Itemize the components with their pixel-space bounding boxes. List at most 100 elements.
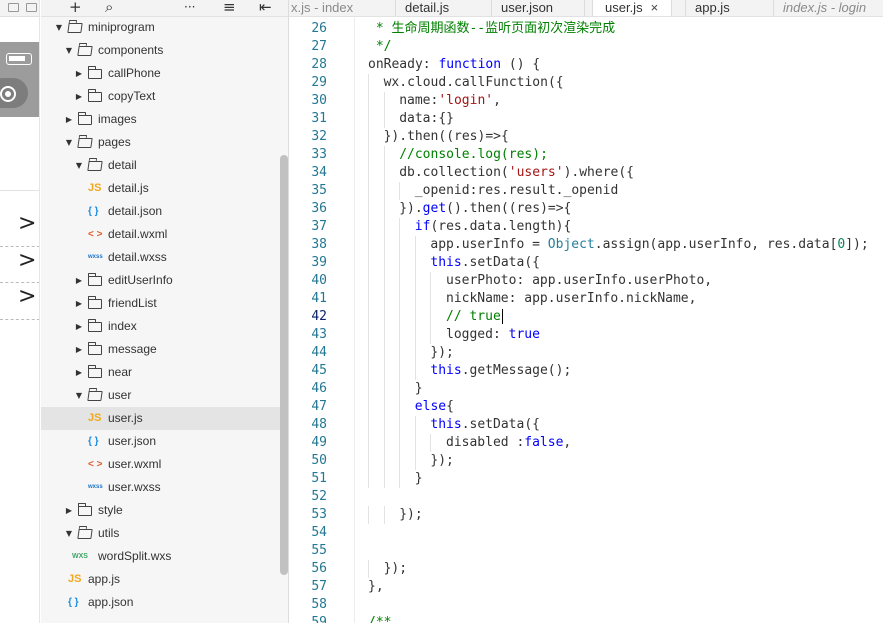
chevron-right-icon[interactable]: ▶ [64, 108, 74, 131]
chevron-right-icon[interactable]: ▶ [74, 315, 84, 338]
code-line[interactable]: 55 [289, 542, 883, 560]
code-line[interactable]: 47 else{ [289, 398, 883, 416]
code-line[interactable]: 46} [289, 380, 883, 398]
simulator-panel: > > > [0, 0, 40, 623]
code-line[interactable]: 36}).get().then((res)=>{ [289, 200, 883, 218]
tree-folder[interactable]: ▶ editUserInfo [41, 269, 288, 292]
editor-tab[interactable]: user.json [499, 0, 582, 16]
editor-tab[interactable]: index.js - login [781, 0, 881, 16]
chevron-right-icon[interactable]: ▶ [74, 269, 84, 292]
code-line[interactable]: 59 /** [289, 614, 883, 623]
tree-folder[interactable]: ▼ detail [41, 154, 288, 177]
code-line[interactable]: 52 [289, 488, 883, 506]
code-line[interactable]: 39 this.setData({ [289, 254, 883, 272]
tree-folder[interactable]: ▶ callPhone [41, 62, 288, 85]
editor-tab[interactable]: app.js [693, 0, 761, 16]
code-line[interactable]: 35 _openid:res.result._openid [289, 182, 883, 200]
code-line[interactable]: 37 if(res.data.length){ [289, 218, 883, 236]
tree-file[interactable]: { } app.json [41, 591, 288, 614]
chevron-down-icon[interactable]: ▼ [54, 16, 64, 39]
record-icon[interactable] [0, 86, 16, 102]
code-line[interactable]: 45 this.getMessage(); [289, 362, 883, 380]
code-line[interactable]: 26 * 生命周期函数--监听页面初次渲染完成 [289, 20, 883, 38]
chevron-down-icon[interactable]: ▼ [64, 131, 74, 154]
chevron-right-icon[interactable]: ▶ [74, 292, 84, 315]
tree-folder[interactable]: ▶ style [41, 499, 288, 522]
code-line[interactable]: 51} [289, 470, 883, 488]
code-line[interactable]: 43 logged: true [289, 326, 883, 344]
code-line[interactable]: 48 this.setData({ [289, 416, 883, 434]
code-line[interactable]: 40 userPhoto: app.userInfo.userPhoto, [289, 272, 883, 290]
tree-file[interactable]: JS detail.js [41, 177, 288, 200]
chevron-right-icon[interactable]: ▶ [74, 361, 84, 384]
code-line[interactable]: 56}); [289, 560, 883, 578]
code-line[interactable]: 41 nickName: app.userInfo.nickName, [289, 290, 883, 308]
chevron-right-icon[interactable]: > [18, 286, 36, 308]
tree-folder[interactable]: ▶ message [41, 338, 288, 361]
chevron-right-icon[interactable]: > [18, 250, 36, 272]
tree-folder[interactable]: ▶ index [41, 315, 288, 338]
explorer-scrollbar[interactable] [280, 155, 288, 575]
code-line[interactable]: 27 */ [289, 38, 883, 56]
tree-folder[interactable]: ▶ friendList [41, 292, 288, 315]
tree-folder[interactable]: ▼ utils [41, 522, 288, 545]
editor-tab[interactable]: x.js - index [289, 0, 384, 16]
wxss-file-icon: wxss [88, 484, 103, 490]
chevron-down-icon[interactable]: ▼ [74, 384, 84, 407]
sort-icon[interactable]: ≡ [223, 0, 236, 16]
divider [0, 190, 39, 191]
code-line[interactable]: 58 [289, 596, 883, 614]
chevron-down-icon[interactable]: ▼ [74, 154, 84, 177]
tree-file[interactable]: < > user.wxml [41, 453, 288, 476]
indent-guide [414, 236, 416, 254]
code-line[interactable]: 38 app.userInfo = Object.assign(app.userI… [289, 236, 883, 254]
close-icon[interactable]: × [651, 0, 659, 15]
code-line[interactable]: 57}, [289, 578, 883, 596]
code-editor[interactable]: 26 * 生命周期函数--监听页面初次渲染完成 27 */28 onReady: f… [289, 18, 883, 623]
code-line[interactable]: 32}).then((res)=>{ [289, 128, 883, 146]
code-line[interactable]: 34 db.collection('users').where({ [289, 164, 883, 182]
chevron-right-icon[interactable]: ▶ [74, 62, 84, 85]
search-icon[interactable]: ⌕ [105, 0, 113, 16]
tree-folder[interactable]: ▼ user [41, 384, 288, 407]
tree-file[interactable]: WXS wordSplit.wxs [41, 545, 288, 568]
tree-file[interactable]: { } detail.json [41, 200, 288, 223]
chevron-down-icon[interactable]: ▼ [64, 39, 74, 62]
tree-file[interactable]: JS user.js [41, 407, 288, 430]
code-line[interactable]: 49 disabled :false, [289, 434, 883, 452]
chevron-right-icon[interactable]: > [18, 213, 36, 235]
code-line[interactable]: 42 // true [289, 308, 883, 326]
device-icon[interactable] [8, 3, 19, 12]
code-line[interactable]: 33 //console.log(res); [289, 146, 883, 164]
editor-tab[interactable]: detail.js [403, 0, 489, 16]
code-line[interactable]: 31 data:{} [289, 110, 883, 128]
tree-folder[interactable]: ▶ images [41, 108, 288, 131]
editor-tab[interactable]: user.js × [592, 0, 672, 16]
chevron-down-icon[interactable]: ▼ [64, 522, 74, 545]
tree-file[interactable]: < > detail.wxml [41, 223, 288, 246]
code-line[interactable]: 28 onReady: function () { [289, 56, 883, 74]
code-line[interactable]: 30 name:'login', [289, 92, 883, 110]
code-token: } [414, 471, 423, 486]
code-line[interactable]: 29 wx.cloud.callFunction({ [289, 74, 883, 92]
tree-folder[interactable]: ▶ copyText [41, 85, 288, 108]
tree-file[interactable]: wxss user.wxss [41, 476, 288, 499]
code-line[interactable]: 44}); [289, 344, 883, 362]
tree-file[interactable]: JS app.js [41, 568, 288, 591]
more-icon[interactable]: ··· [184, 0, 195, 16]
tree-folder[interactable]: ▼ pages [41, 131, 288, 154]
tree-folder[interactable]: ▼ miniprogram [41, 16, 288, 39]
code-line[interactable]: 54 [289, 524, 883, 542]
tree-folder[interactable]: ▼ components [41, 39, 288, 62]
code-line[interactable]: 53}); [289, 506, 883, 524]
chevron-right-icon[interactable]: ▶ [64, 499, 74, 522]
add-icon[interactable]: + [69, 0, 82, 16]
code-line[interactable]: 50}); [289, 452, 883, 470]
tree-folder[interactable]: ▶ near [41, 361, 288, 384]
window-icon[interactable] [26, 3, 37, 12]
tree-file[interactable]: wxss detail.wxss [41, 246, 288, 269]
tree-file[interactable]: { } user.json [41, 430, 288, 453]
chevron-right-icon[interactable]: ▶ [74, 338, 84, 361]
chevron-right-icon[interactable]: ▶ [74, 85, 84, 108]
collapse-icon[interactable]: ⇤ [259, 0, 272, 16]
